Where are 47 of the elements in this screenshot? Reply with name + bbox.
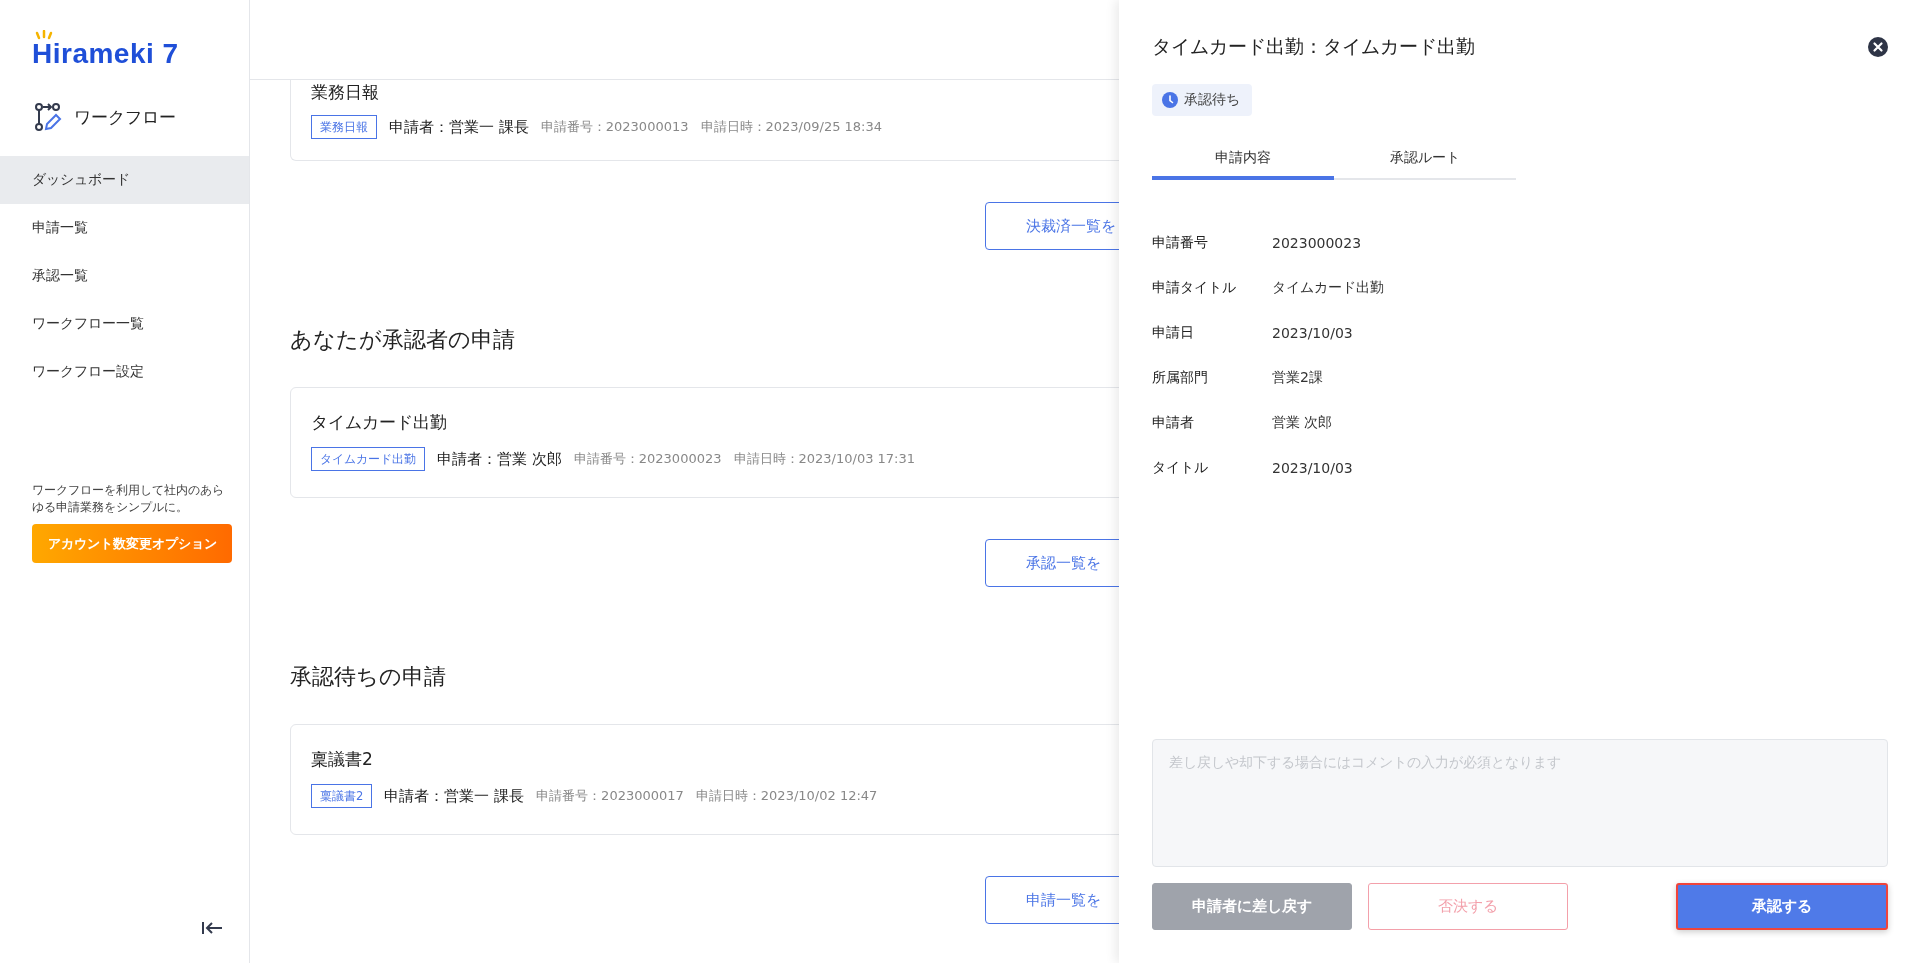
workflow-icon <box>34 102 62 132</box>
nav-item[interactable]: 申請一覧 <box>0 204 249 252</box>
field-value: 2023/10/03 <box>1272 459 1353 476</box>
drawer-title: タイムカード出勤：タイムカード出勤 <box>1152 34 1475 59</box>
type-tag: 稟議書2 <box>311 784 373 808</box>
field-label: タイトル <box>1152 458 1209 477</box>
applicant-text: 申請者：営業一 課長 <box>389 117 529 137</box>
approve-button[interactable]: 承認する <box>1676 883 1888 930</box>
field-value: 2023000023 <box>1272 234 1362 251</box>
close-button[interactable] <box>1868 37 1888 57</box>
request-datetime: 申請日時：2023/10/02 12:47 <box>695 787 878 805</box>
field-value: 営業2課 <box>1272 368 1323 387</box>
request-datetime: 申請日時：2023/09/25 18:34 <box>700 118 883 136</box>
clock-icon <box>1162 92 1178 108</box>
type-tag: 業務日報 <box>311 115 377 139</box>
type-tag: タイムカード出勤 <box>311 447 425 471</box>
section-heading: あなたが承認者の申請 <box>290 326 515 354</box>
promo-text: ワークフローを利用して社内のあらゆる申請業務をシンプルに。 <box>31 482 225 516</box>
field-value: 2023/10/03 <box>1272 324 1353 341</box>
request-title: 業務日報 <box>311 81 379 104</box>
field-value: 営業 次郎 <box>1272 413 1333 432</box>
tab[interactable]: 申請内容 <box>1152 140 1334 180</box>
field-label: 所属部門 <box>1152 368 1209 387</box>
request-title: タイムカード出勤 <box>311 411 447 434</box>
request-number: 申請番号：2023000017 <box>536 787 684 805</box>
status-text: 承認待ち <box>1184 91 1240 109</box>
collapse-icon[interactable] <box>201 921 223 935</box>
request-title: 稟議書2 <box>311 748 373 771</box>
field-value: タイムカード出勤 <box>1272 278 1384 297</box>
request-number: 申請番号：2023000013 <box>540 118 689 136</box>
close-icon <box>1868 37 1888 57</box>
section-heading: 承認待ちの申請 <box>290 663 446 691</box>
nav-item[interactable]: ダッシュボード <box>0 156 249 204</box>
applicant-text: 申請者：営業一 課長 <box>384 786 525 806</box>
nav-item[interactable]: ワークフロー設定 <box>0 348 249 396</box>
field-label: 申請者 <box>1152 413 1195 432</box>
app-logo[interactable]: Hirameki 7 <box>32 30 179 70</box>
nav-item[interactable]: ワークフロー一覧 <box>0 300 249 348</box>
field-label: 申請番号 <box>1152 233 1209 252</box>
request-datetime: 申請日時：2023/10/03 17:31 <box>733 450 916 468</box>
field-label: 申請タイトル <box>1152 278 1237 297</box>
field-label: 申請日 <box>1152 323 1195 342</box>
request-number: 申請番号：2023000023 <box>573 450 722 468</box>
app-title: ワークフロー <box>74 105 176 129</box>
sun-rays-icon <box>34 30 54 40</box>
applicant-text: 申請者：営業 次郎 <box>437 449 562 469</box>
nav-item[interactable]: 承認一覧 <box>0 252 249 300</box>
